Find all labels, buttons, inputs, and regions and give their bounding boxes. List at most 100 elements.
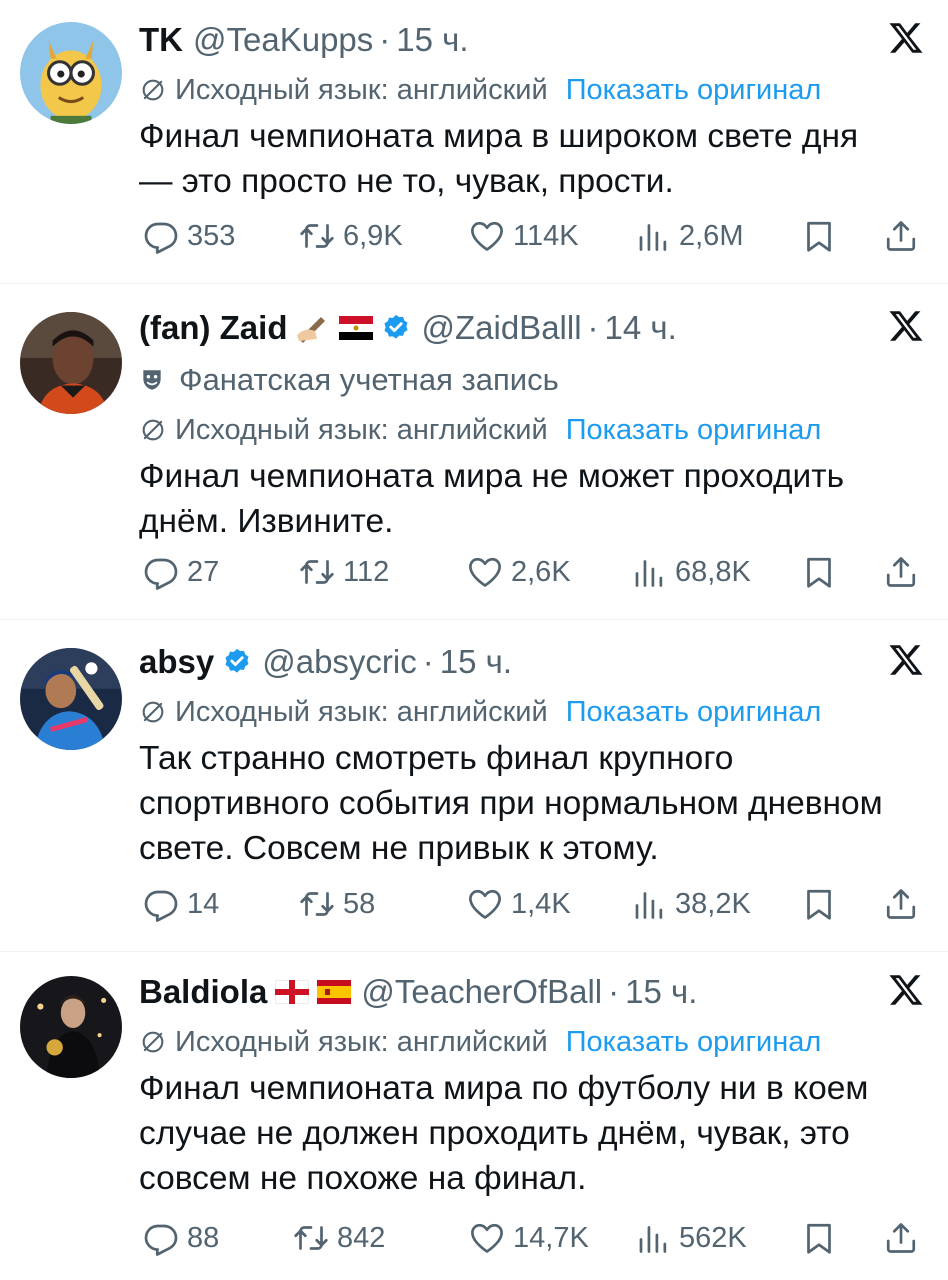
- timestamp[interactable]: 15 ч.: [625, 970, 697, 1014]
- views-button[interactable]: 38,2K: [631, 884, 751, 924]
- user-handle[interactable]: @TeacherOfBall: [361, 970, 602, 1014]
- tweet-card[interactable]: absy @absycric · 15 ч. Исходный язык: ан…: [0, 620, 948, 952]
- tweet-header: TK @TeaKupps · 15 ч.: [139, 18, 924, 62]
- reply-button[interactable]: 353: [143, 216, 235, 256]
- views-icon: [635, 1220, 671, 1256]
- share-icon: [883, 218, 919, 254]
- like-button[interactable]: 114K: [469, 216, 579, 256]
- tweet-text: Финал чемпионата мира не может проходить…: [139, 454, 924, 544]
- reply-icon: [143, 1220, 179, 1256]
- action-bar: 353 6,9K 114K 2,6M: [139, 216, 928, 256]
- tweet-card[interactable]: TK @TeaKupps · 15 ч. Исходный язык: англ…: [0, 0, 948, 284]
- retweet-button[interactable]: 6,9K: [299, 216, 403, 256]
- share-icon: [883, 886, 919, 922]
- separator-dot: ·: [587, 309, 599, 346]
- fan-account-text: Фанатская учетная запись: [179, 362, 559, 397]
- like-count: 1,4K: [511, 887, 571, 920]
- user-handle[interactable]: @absycric: [262, 640, 417, 684]
- verified-badge-icon[interactable]: [381, 313, 411, 343]
- share-button[interactable]: [883, 216, 919, 256]
- share-button[interactable]: [883, 552, 919, 592]
- translation-note: Исходный язык: английский: [175, 1026, 548, 1058]
- x-logo-icon[interactable]: [888, 972, 924, 1008]
- reply-icon: [143, 886, 179, 922]
- like-icon: [469, 218, 505, 254]
- retweet-count: 842: [337, 1221, 386, 1254]
- show-original-link[interactable]: Показать оригинал: [566, 408, 822, 452]
- like-icon: [467, 886, 503, 922]
- england-flag-icon: [275, 980, 310, 1004]
- views-button[interactable]: 2,6M: [635, 216, 743, 256]
- x-logo-icon[interactable]: [888, 308, 924, 344]
- tweet-text-line: свете. Совсем не привык к этому.: [139, 830, 659, 867]
- bookmark-button[interactable]: [801, 884, 837, 924]
- user-handle[interactable]: @TeaKupps: [193, 18, 373, 62]
- verified-badge-icon[interactable]: [222, 647, 252, 677]
- like-button[interactable]: 14,7K: [469, 1218, 589, 1258]
- avatar[interactable]: [20, 648, 122, 750]
- retweet-icon: [293, 1220, 329, 1256]
- tweet-card[interactable]: (fan) Zaid @ZaidBalll · 14 ч. Фанатская …: [0, 284, 948, 620]
- tweet-text: Так странно смотреть финал крупного спор…: [139, 736, 924, 871]
- like-button[interactable]: 2,6K: [467, 552, 571, 592]
- translation-row: Исходный язык: английский Показать ориги…: [139, 68, 924, 112]
- tweet-text-line: совсем не похоже на финал.: [139, 1160, 587, 1197]
- show-original-link[interactable]: Показать оригинал: [566, 68, 822, 112]
- tweet-text-line: случае не должен проходить днём, чувак, …: [139, 1115, 850, 1152]
- globe-icon: [139, 1028, 167, 1056]
- retweet-button[interactable]: 112: [299, 552, 389, 592]
- show-original-link[interactable]: Показать оригинал: [566, 690, 822, 734]
- show-original-link[interactable]: Показать оригинал: [566, 1020, 822, 1064]
- reply-button[interactable]: 88: [143, 1218, 219, 1258]
- views-count: 38,2K: [675, 887, 751, 920]
- display-name[interactable]: TK: [139, 18, 183, 62]
- reply-button[interactable]: 14: [143, 884, 219, 924]
- timestamp[interactable]: 15 ч.: [440, 640, 512, 684]
- retweet-button[interactable]: 58: [299, 884, 375, 924]
- tweet-text: Финал чемпионата мира в широком свете дн…: [139, 114, 924, 204]
- user-handle[interactable]: @ZaidBalll: [421, 306, 581, 350]
- retweet-button[interactable]: 842: [293, 1218, 385, 1258]
- avatar[interactable]: [20, 312, 122, 414]
- retweet-icon: [299, 218, 335, 254]
- action-bar: 88 842 14,7K 562K: [139, 1218, 928, 1258]
- retweet-icon: [299, 886, 335, 922]
- views-button[interactable]: 562K: [635, 1218, 747, 1258]
- theater-mask-icon: [139, 367, 165, 393]
- x-logo-icon[interactable]: [888, 20, 924, 56]
- reply-count: 88: [187, 1221, 220, 1254]
- share-icon: [883, 1220, 919, 1256]
- translation-row: Исходный язык: английский Показать ориги…: [139, 1020, 924, 1064]
- bookmark-button[interactable]: [801, 552, 837, 592]
- timestamp[interactable]: 15 ч.: [396, 18, 468, 62]
- display-name[interactable]: Baldiola: [139, 970, 267, 1014]
- separator-dot: ·: [608, 973, 620, 1010]
- spain-flag-icon: [317, 980, 352, 1004]
- views-button[interactable]: 68,8K: [631, 552, 751, 592]
- retweet-icon: [299, 554, 335, 590]
- action-bar: 14 58 1,4K 38,2K: [139, 884, 928, 924]
- bookmark-button[interactable]: [801, 216, 837, 256]
- tweet-header: (fan) Zaid @ZaidBalll · 14 ч.: [139, 306, 924, 350]
- display-name[interactable]: absy: [139, 640, 214, 684]
- like-icon: [467, 554, 503, 590]
- timestamp[interactable]: 14 ч.: [605, 306, 677, 350]
- display-name[interactable]: (fan) Zaid: [139, 306, 287, 350]
- tweet-text-line: Так странно смотреть финал крупного: [139, 740, 734, 777]
- share-button[interactable]: [883, 1218, 919, 1258]
- views-count: 2,6M: [679, 219, 744, 252]
- views-icon: [631, 554, 667, 590]
- share-button[interactable]: [883, 884, 919, 924]
- reply-button[interactable]: 27: [143, 552, 219, 592]
- bookmark-icon: [801, 1220, 837, 1256]
- globe-icon: [139, 76, 167, 104]
- avatar[interactable]: [20, 22, 122, 124]
- like-button[interactable]: 1,4K: [467, 884, 571, 924]
- bookmark-button[interactable]: [801, 1218, 837, 1258]
- x-logo-icon[interactable]: [888, 642, 924, 678]
- avatar[interactable]: [20, 976, 122, 1078]
- like-count: 2,6K: [511, 555, 571, 588]
- tweet-card[interactable]: Baldiola @TeacherOfBall · 15 ч. Исходный…: [0, 952, 948, 1280]
- views-count: 68,8K: [675, 555, 751, 588]
- translation-row: Исходный язык: английский Показать ориги…: [139, 408, 924, 452]
